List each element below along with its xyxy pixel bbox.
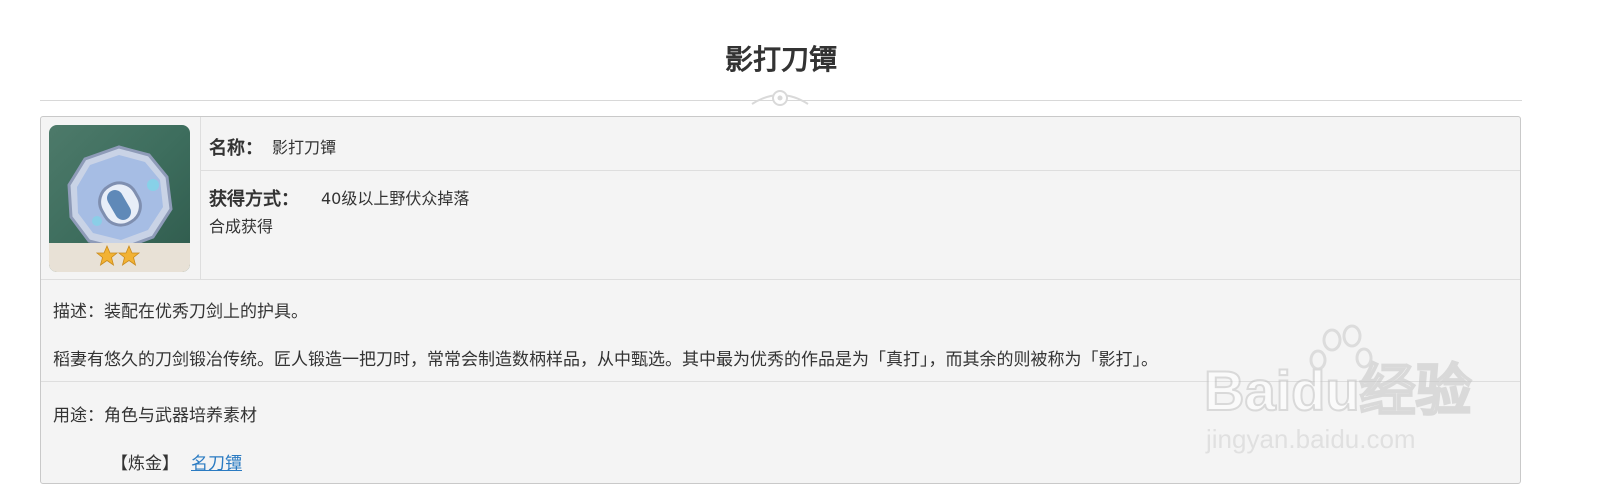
item-icon-cell <box>41 117 201 280</box>
divider-ornament-icon <box>751 90 809 106</box>
source-label: 获得方式： <box>209 189 299 210</box>
page-title: 影打刀镡 <box>724 43 837 76</box>
watermark-url: jingyan.baidu.com <box>1205 424 1416 454</box>
alchemy-prefix: 【炼金】 <box>111 454 179 474</box>
rarity-stars <box>96 245 141 266</box>
watermark-brand: Baidu经验 <box>1204 359 1472 422</box>
name-value: 影打刀镡 <box>272 138 337 157</box>
description-label: 描述： <box>53 302 104 322</box>
alchemy-link[interactable]: 名刀镡 <box>191 449 242 474</box>
star-icon <box>96 245 119 266</box>
usage-label: 用途： <box>53 406 104 426</box>
source-row: 获得方式： 40级以上野伏众掉落 合成获得 <box>201 171 1520 280</box>
item-image <box>49 125 190 272</box>
source-value-line2: 合成获得 <box>209 217 274 236</box>
star-icon <box>117 245 141 266</box>
baidu-watermark: Baidu经验 jingyan.baidu.com <box>1203 324 1473 454</box>
description-line2: 稻妻有悠久的刀剑锻冶传统。匠人锻造一把刀时，常常会制造数柄样品，从中甄选。其中最… <box>53 350 1158 370</box>
source-value-line1: 40级以上野伏众掉落 <box>321 189 470 208</box>
name-row: 名称： 影打刀镡 <box>201 117 1520 171</box>
usage-value: 角色与武器培养素材 <box>104 406 257 426</box>
name-label: 名称： <box>209 138 263 159</box>
description-line1: 装配在优秀刀剑上的护具。 <box>104 302 308 322</box>
